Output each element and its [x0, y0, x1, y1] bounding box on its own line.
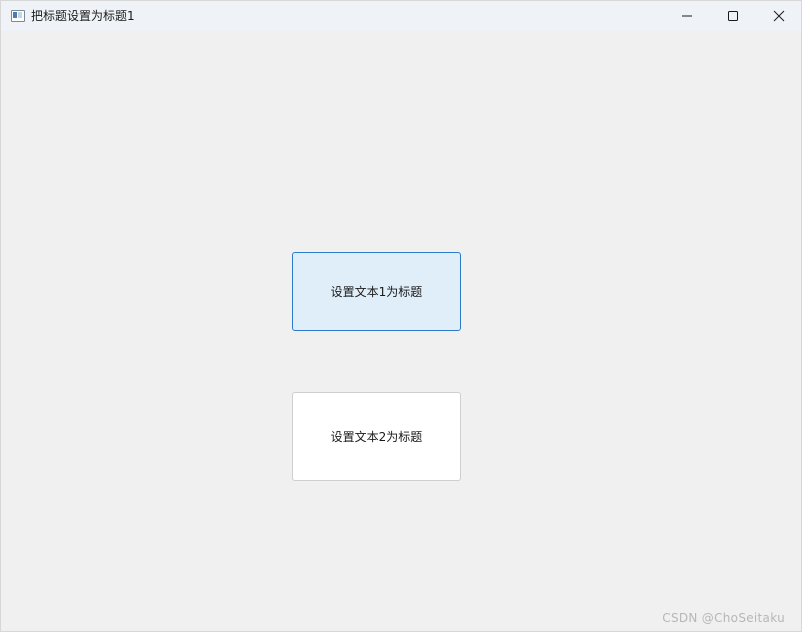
set-text1-as-title-button[interactable]: 设置文本1为标题	[292, 252, 461, 331]
close-icon	[773, 10, 785, 22]
set-text2-as-title-button[interactable]: 设置文本2为标题	[292, 392, 461, 481]
set-text1-as-title-label: 设置文本1为标题	[330, 285, 423, 299]
close-button[interactable]	[756, 1, 801, 31]
title-bar[interactable]: 把标题设置为标题1	[1, 1, 801, 31]
window-title: 把标题设置为标题1	[31, 9, 135, 23]
watermark: CSDN @ChoSeitaku	[662, 611, 785, 625]
client-area: 设置文本1为标题 设置文本2为标题 CSDN @ChoSeitaku	[1, 31, 801, 631]
minimize-icon	[682, 15, 692, 17]
app-window: 把标题设置为标题1 设置文本1为标题 设置文本2为标题 CSDN @ChoSei…	[0, 0, 802, 632]
app-window-icon	[11, 10, 25, 22]
maximize-button[interactable]	[710, 1, 756, 31]
maximize-icon	[728, 11, 738, 21]
minimize-button[interactable]	[664, 1, 710, 31]
set-text2-as-title-label: 设置文本2为标题	[330, 430, 423, 444]
